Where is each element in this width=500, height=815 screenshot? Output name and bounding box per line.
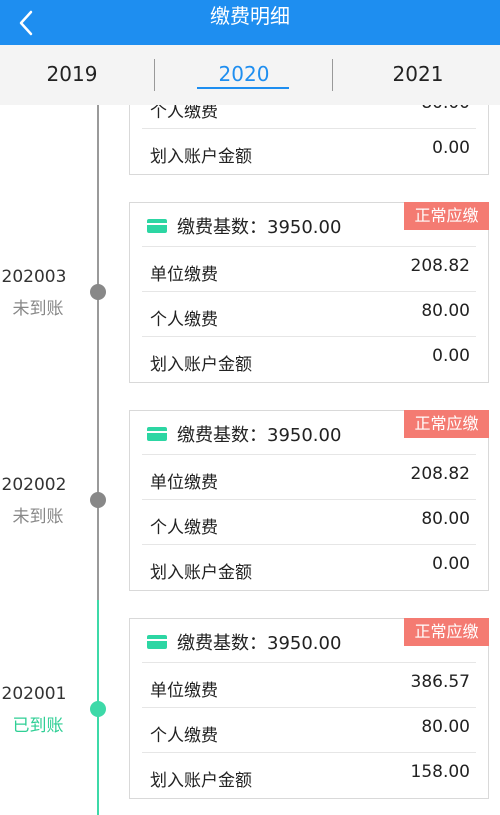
card-row: 划入账户金额 0.00 [142, 129, 476, 174]
row-value: 80.00 [421, 301, 470, 321]
card-header: 缴费基数：3950.00 正常应缴 [142, 202, 489, 247]
period-label: 202003 [1, 267, 67, 287]
timeline-dot [90, 701, 106, 717]
card-header: 缴费基数：3950.00 正常应缴 [142, 618, 489, 663]
row-label: 个人缴费 [150, 518, 218, 538]
card-icon [147, 219, 167, 233]
card-row: 单位缴费 208.82 [142, 247, 476, 292]
payment-base: 缴费基数：3950.00 [177, 425, 342, 446]
tab-2021[interactable]: 2021 [358, 45, 478, 105]
period-label: 202002 [1, 475, 67, 495]
tab-2020[interactable]: 2020 [184, 45, 304, 105]
status-label: 已到账 [12, 716, 64, 736]
timeline-dot [90, 284, 106, 300]
payment-card-partial: 个人缴费 80.00 划入账户金额 0.00 [129, 105, 489, 175]
row-value: 80.00 [421, 509, 470, 529]
row-label: 划入账户金额 [150, 771, 252, 791]
card-row: 单位缴费 386.57 [142, 663, 476, 708]
payment-card[interactable]: 缴费基数：3950.00 正常应缴 单位缴费 208.82 个人缴费 80.00… [129, 202, 489, 383]
tab-2019[interactable]: 2019 [12, 45, 132, 105]
page-title: 缴费明细 [210, 4, 290, 28]
row-value: 208.82 [410, 464, 470, 484]
row-label: 个人缴费 [150, 310, 218, 330]
payment-card[interactable]: 缴费基数：3950.00 正常应缴 单位缴费 386.57 个人缴费 80.00… [129, 618, 489, 799]
period-label: 202001 [1, 684, 67, 704]
row-label: 单位缴费 [150, 473, 218, 493]
tab-divider [332, 59, 333, 91]
row-value: 386.57 [410, 672, 470, 692]
card-row: 个人缴费 80.00 [142, 708, 476, 753]
row-value: 80.00 [421, 717, 470, 737]
row-value: 158.00 [410, 762, 470, 782]
row-label: 划入账户金额 [150, 563, 252, 583]
card-header: 缴费基数：3950.00 正常应缴 [142, 410, 489, 455]
card-row: 个人缴费 80.00 [142, 105, 476, 129]
card-row: 划入账户金额 158.00 [142, 753, 476, 798]
app-header: 缴费明细 [0, 0, 500, 45]
row-label: 划入账户金额 [150, 355, 252, 375]
row-label: 个人缴费 [150, 726, 218, 746]
payment-card[interactable]: 缴费基数：3950.00 正常应缴 单位缴费 208.82 个人缴费 80.00… [129, 410, 489, 591]
card-row: 划入账户金额 0.00 [142, 545, 476, 590]
tab-divider [154, 59, 155, 91]
row-label: 个人缴费 [150, 105, 218, 122]
payment-timeline[interactable]: 个人缴费 80.00 划入账户金额 0.00 202003 未到账 缴费基数：3… [0, 105, 500, 815]
status-badge: 正常应缴 [404, 202, 489, 230]
card-row: 个人缴费 80.00 [142, 500, 476, 545]
row-value: 0.00 [432, 554, 470, 574]
status-badge: 正常应缴 [404, 410, 489, 438]
payment-base: 缴费基数：3950.00 [177, 633, 342, 654]
row-value: 80.00 [421, 105, 470, 113]
row-value: 208.82 [410, 256, 470, 276]
status-label: 未到账 [12, 299, 64, 319]
row-value: 0.00 [432, 138, 470, 158]
timeline-line-pending [97, 105, 99, 600]
status-label: 未到账 [12, 507, 64, 527]
timeline-dot [90, 492, 106, 508]
year-tabs: 2019 2020 2021 [0, 45, 500, 105]
row-label: 划入账户金额 [150, 147, 252, 167]
card-row: 单位缴费 208.82 [142, 455, 476, 500]
card-row: 个人缴费 80.00 [142, 292, 476, 337]
card-icon [147, 635, 167, 649]
row-value: 0.00 [432, 346, 470, 366]
payment-base: 缴费基数：3950.00 [177, 217, 342, 238]
card-row: 划入账户金额 0.00 [142, 337, 476, 382]
card-icon [147, 427, 167, 441]
status-badge: 正常应缴 [404, 618, 489, 646]
active-tab-indicator [197, 87, 289, 89]
row-label: 单位缴费 [150, 265, 218, 285]
row-label: 单位缴费 [150, 681, 218, 701]
